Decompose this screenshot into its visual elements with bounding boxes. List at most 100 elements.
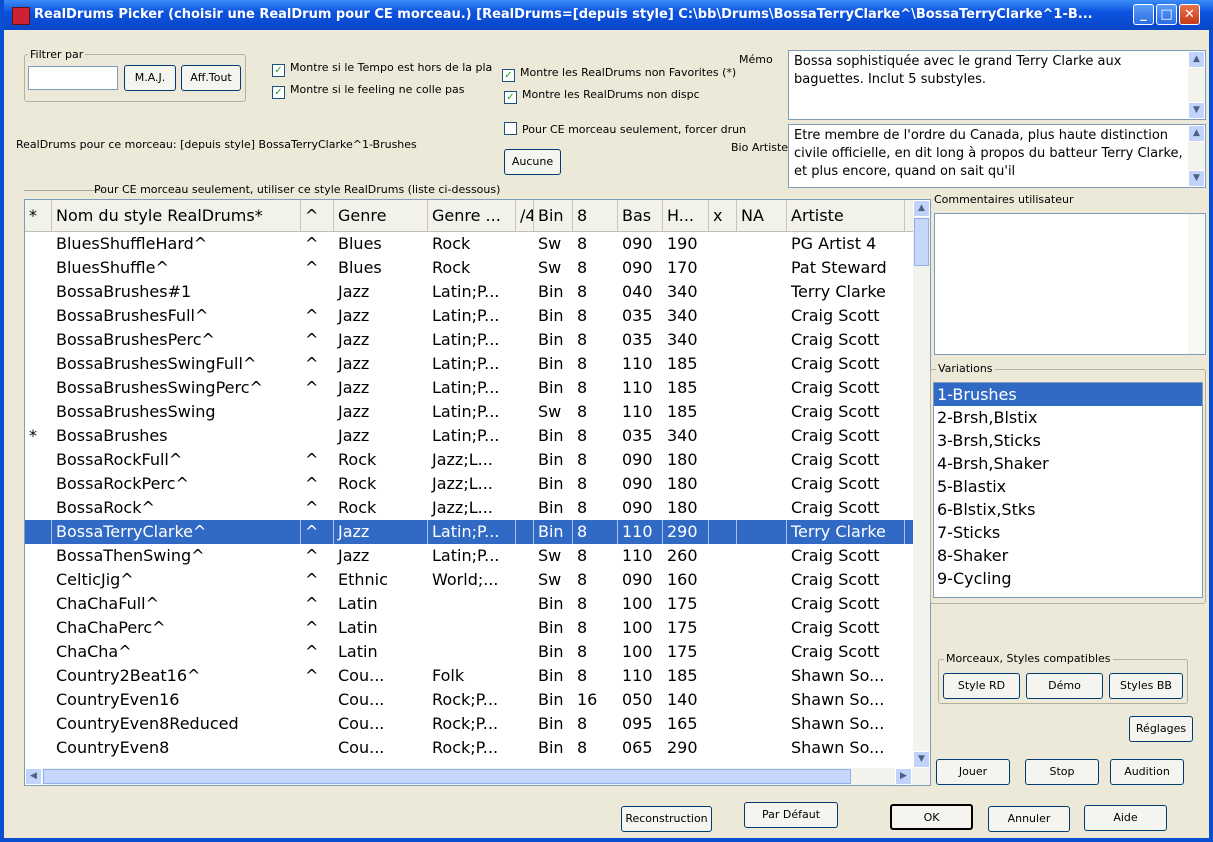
table-row[interactable]: BossaBrushesSwingPerc^ ^ Jazz Latin;P... Bin… [25,376,930,400]
non-favorites-checkbox[interactable]: ✓ Montre les RealDrums non Favorites (*) [502,66,736,82]
stop-button[interactable]: Stop [1025,759,1099,785]
table-row[interactable]: CountryEven8 Cou... Rock;P... Bin 8 065 290 Sha… [25,736,930,760]
table-vscrollbar[interactable]: ▲ ▼ [913,200,930,768]
scroll-up-icon[interactable]: ▲ [913,200,930,217]
column-header[interactable]: Artiste [787,200,905,231]
variation-item[interactable]: 6-Blstix,Stks [934,498,1202,521]
variation-item[interactable]: 3-Brsh,Sticks [934,429,1202,452]
variation-item[interactable]: 9-Cycling [934,567,1202,590]
table-cell [25,616,52,640]
audition-button[interactable]: Audition [1110,759,1184,785]
comments-scrollbar[interactable] [1188,214,1205,354]
table-row[interactable]: BossaBrushesPerc^ ^ Jazz Latin;P... Bin 8 035 3… [25,328,930,352]
non-available-checkbox[interactable]: ✓ Montre les RealDrums non dispc [504,88,700,104]
variation-item[interactable]: 5-Blastix [934,475,1202,498]
column-header[interactable]: NA [737,200,787,231]
default-button[interactable]: Par Défaut [744,802,838,828]
memo-text: Bossa sophistiquée avec le grand Terry C… [788,50,1206,120]
ok-button[interactable]: OK [890,804,973,830]
table-row[interactable]: BossaRockPerc^ ^ Rock Jazz;L... Bin 8 090 180 Cr… [25,472,930,496]
column-header[interactable]: H... [663,200,709,231]
column-header[interactable]: Bas [618,200,663,231]
table-row[interactable]: CountryEven8Reduced Cou... Rock;P... Bin 8 09… [25,712,930,736]
column-header[interactable]: Genre ... [428,200,516,231]
table-cell [516,520,534,544]
table-row[interactable]: BossaThenSwing^ ^ Jazz Latin;P... Sw 8 110 260 C… [25,544,930,568]
demo-button[interactable]: Démo [1026,673,1103,699]
table-cell: Bin [538,378,564,397]
table-row[interactable]: CountryEven16 Cou... Rock;P... Bin 16 050 140 S… [25,688,930,712]
column-header[interactable]: /4 [516,200,534,231]
table-row[interactable]: ChaChaPerc^ ^ Latin Bin 8 100 175 Craig Scott [25,616,930,640]
table-row[interactable]: * BossaBrushes Jazz Latin;P... Bin 8 035 340 Cra… [25,424,930,448]
maximize-icon[interactable]: □ [1156,4,1177,25]
table-cell: ^ [305,354,319,373]
update-button[interactable]: M.A.J. [124,65,176,91]
variations-list[interactable]: 1-Brushes 2-Brsh,Blstix 3-Brsh,Sticks 4-Brs… [933,382,1203,598]
table-cell: Blues [338,234,382,253]
styles-bb-button[interactable]: Styles BB [1109,673,1183,699]
scroll-up-icon[interactable]: ▲ [1188,125,1205,142]
minimize-icon[interactable]: _ [1133,4,1154,25]
variation-item[interactable]: 7-Sticks [934,521,1202,544]
variation-item[interactable]: 2-Brsh,Blstix [934,406,1202,429]
close-icon[interactable]: ✕ [1179,4,1200,25]
table-cell: BluesShuffleHard^ [56,234,208,253]
table-row[interactable]: CelticJig^ ^ Ethnic World;... Sw 8 090 160 Craig… [25,568,930,592]
column-header[interactable]: * [25,200,52,231]
table-cell: Craig Scott [791,306,880,325]
feeling-checkbox[interactable]: ✓ Montre si le feeling ne colle pas [272,83,464,99]
play-button[interactable]: Jouer [936,759,1010,785]
none-button[interactable]: Aucune [504,149,561,175]
filter-legend: Filtrer par [28,48,86,61]
table-row[interactable]: BossaTerryClarke^ ^ Jazz Latin;P... Bin 8 110 2… [25,520,930,544]
scroll-right-icon[interactable]: ▶ [895,768,912,785]
scroll-up-icon[interactable]: ▲ [1188,51,1205,68]
table-row[interactable]: BossaBrushesSwingFull^ ^ Jazz Latin;P... Bin… [25,352,930,376]
scroll-down-icon[interactable]: ▼ [1188,170,1205,187]
scroll-left-icon[interactable]: ◀ [25,768,42,785]
table-row[interactable]: BossaBrushesFull^ ^ Jazz Latin;P... Bin 8 035 3… [25,304,930,328]
scroll-thumb[interactable] [43,769,851,784]
table-cell: Rock;P... [432,690,499,709]
show-all-button[interactable]: Aff.Tout [181,65,241,91]
help-button[interactable]: Aide [1084,805,1167,831]
table-row[interactable]: BossaRockFull^ ^ Rock Jazz;L... Bin 8 090 180 Cr… [25,448,930,472]
variation-item[interactable]: 4-Brsh,Shaker [934,452,1202,475]
filter-input[interactable] [28,66,118,90]
table-row[interactable]: BossaBrushes#1 Jazz Latin;P... Bin 8 040 340 Te… [25,280,930,304]
column-header[interactable]: Nom du style RealDrums* [52,200,301,231]
comments-textarea[interactable] [934,213,1206,355]
column-header[interactable]: ^ [301,200,334,231]
table-row[interactable]: ChaChaFull^ ^ Latin Bin 8 100 175 Craig Scott [25,592,930,616]
variation-item[interactable]: 1-Brushes [934,383,1202,406]
cancel-button[interactable]: Annuler [988,806,1070,832]
force-checkbox[interactable]: Pour CE morceau seulement, forcer drun [504,122,746,136]
table-row[interactable]: BluesShuffleHard^ ^ Blues Rock Sw 8 090 190 PG A… [25,232,930,256]
settings-button[interactable]: Réglages [1129,716,1193,742]
table-cell [25,448,52,472]
variation-item[interactable]: 8-Shaker [934,544,1202,567]
memo-scrollbar[interactable]: ▲ ▼ [1188,51,1205,119]
scroll-down-icon[interactable]: ▼ [1188,102,1205,119]
table-cell: Shawn So... [791,714,885,733]
column-header[interactable]: x [709,200,737,231]
column-header[interactable]: Bin [534,200,573,231]
title-bar[interactable]: RealDrums Picker (choisir une RealDrum p… [4,0,1213,30]
style-rd-button[interactable]: Style RD [943,673,1020,699]
rebuild-button[interactable]: Reconstruction [621,806,712,832]
scroll-thumb[interactable] [914,218,929,266]
table-cell: ^ [305,474,319,493]
table-row[interactable]: BossaRock^ ^ Rock Jazz;L... Bin 8 090 180 Craig … [25,496,930,520]
bio-scrollbar[interactable]: ▲ ▼ [1188,125,1205,187]
table-row[interactable]: BluesShuffle^ ^ Blues Rock Sw 8 090 170 Pat Stew… [25,256,930,280]
tempo-checkbox[interactable]: ✓ Montre si le Tempo est hors de la pla [272,61,492,77]
table-row[interactable]: Country2Beat16^ ^ Cou... Folk Bin 8 110 185 Shaw… [25,664,930,688]
table-hscrollbar[interactable]: ◀ ▶ [25,768,930,785]
column-header[interactable]: 8 [573,200,618,231]
scroll-down-icon[interactable]: ▼ [913,751,930,768]
table-row[interactable]: ChaCha^ ^ Latin Bin 8 100 175 Craig Scott [25,640,930,664]
table-row[interactable]: BossaBrushesSwing Jazz Latin;P... Sw 8 110 185… [25,400,930,424]
column-header[interactable]: Genre [334,200,428,231]
table-cell: BossaBrushesSwingPerc^ [56,378,263,397]
